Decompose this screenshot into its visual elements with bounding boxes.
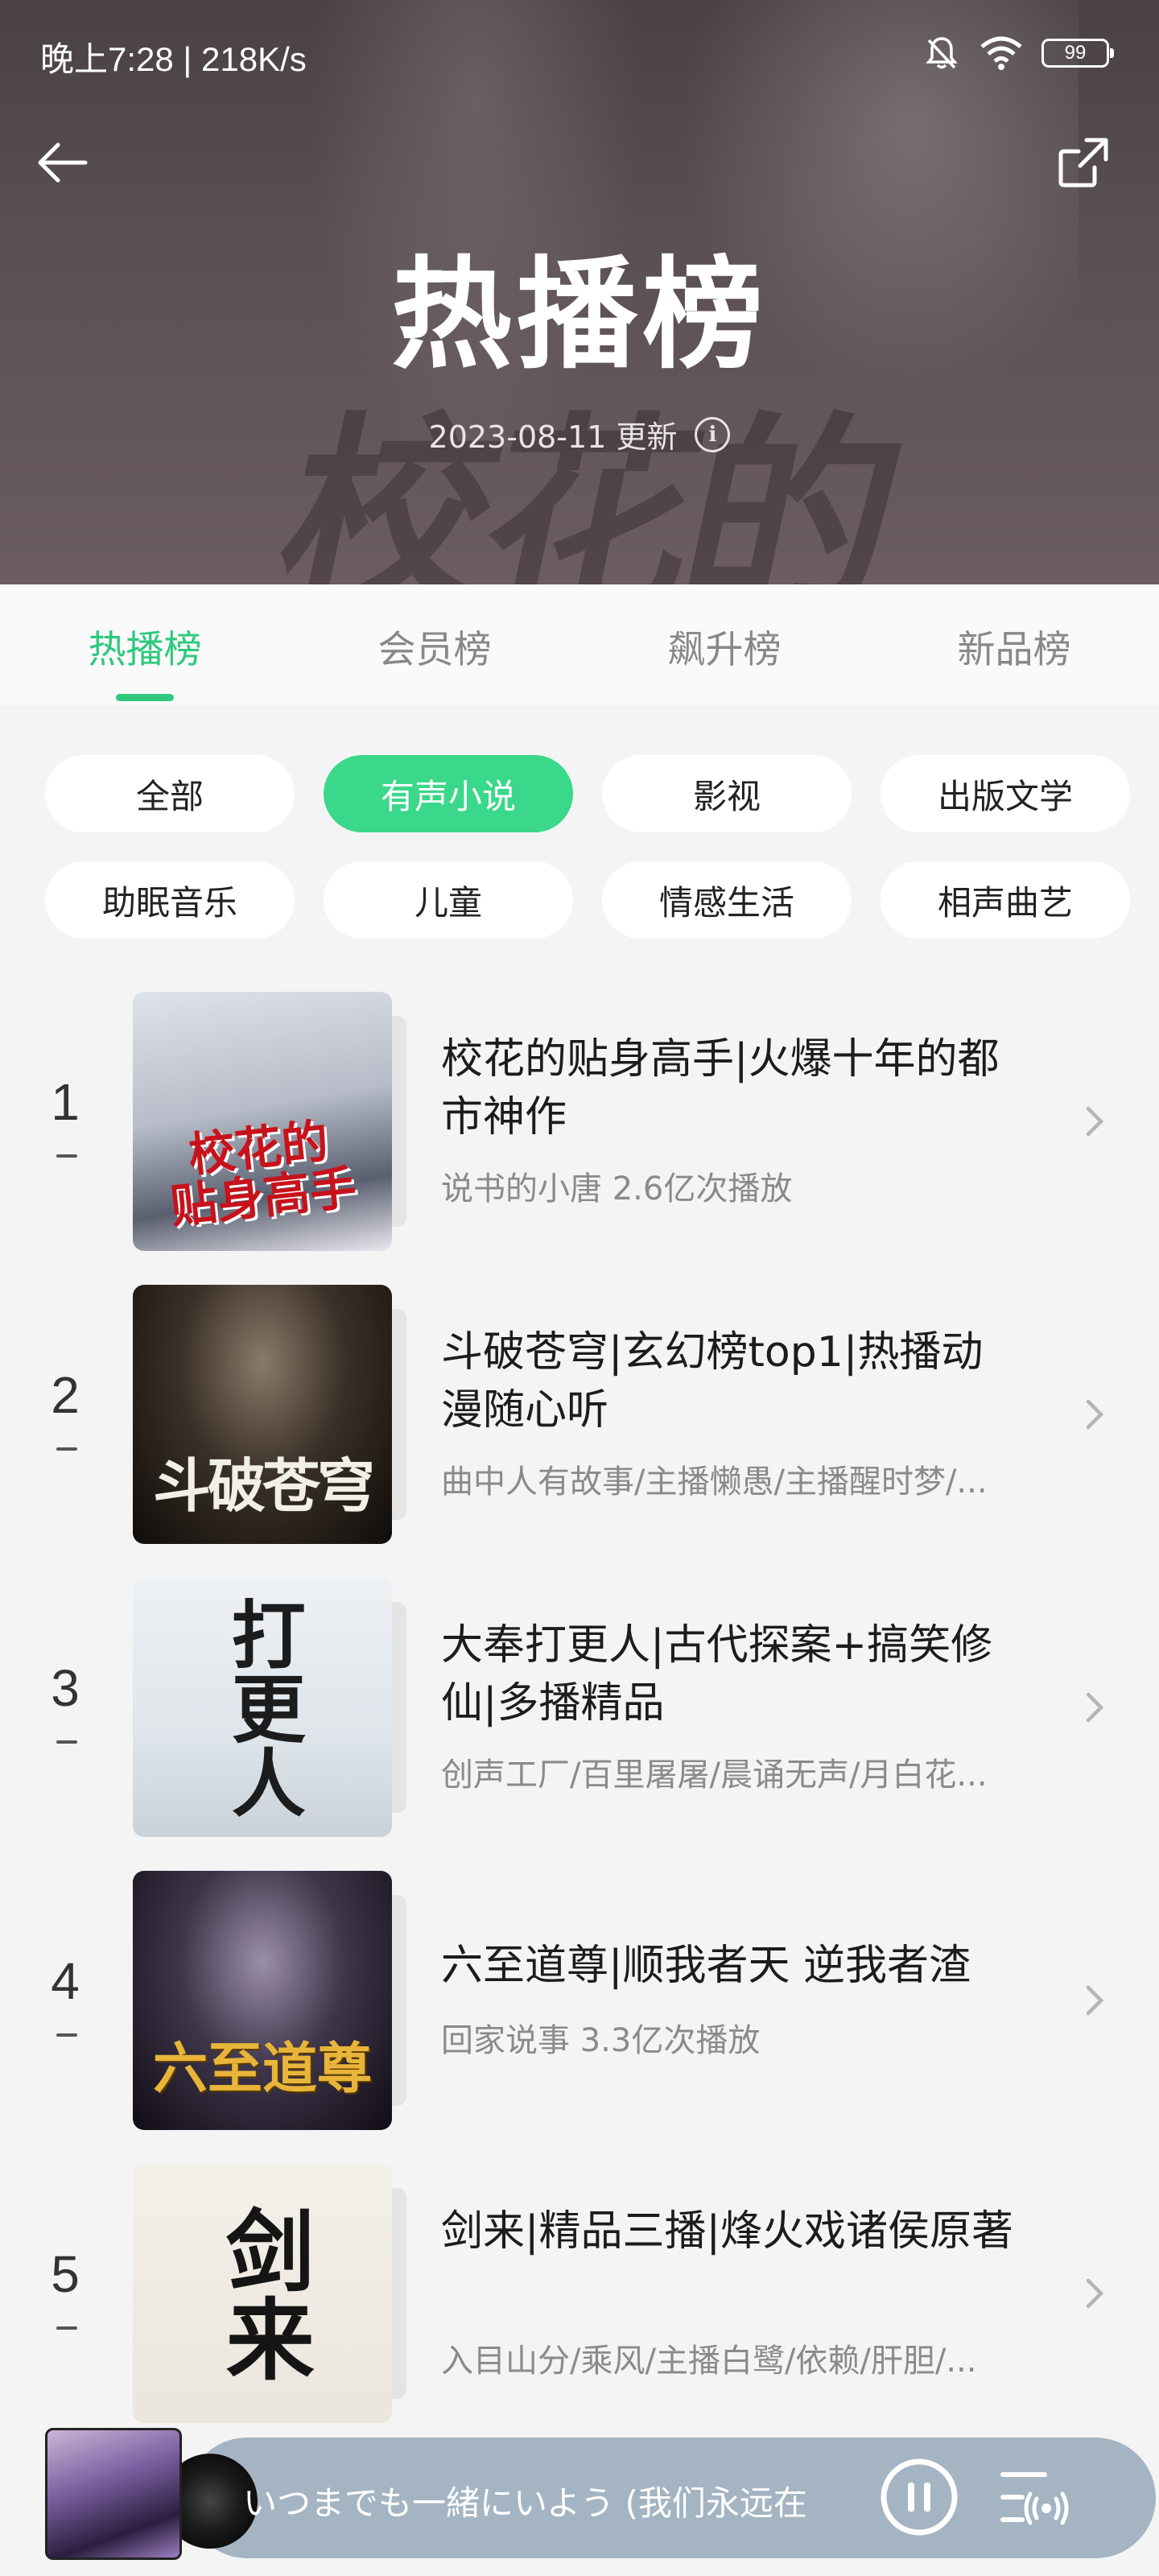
rank-number: 1 [51,1073,80,1131]
chip-audio-novel[interactable]: 有声小说 [324,755,573,832]
cover-image: 校花的 贴身高手 [133,992,392,1251]
chevron-right-icon [1086,1399,1104,1430]
mini-player[interactable]: いつまでも一緒にいよう (我们永远在 [42,2428,1156,2560]
rank-change-indicator [56,1447,77,1451]
rank-change-indicator [56,2326,77,2330]
item-subtitle: 入目山分/乘风/主播白鹭/依赖/肝胆/... [441,2343,977,2380]
cover-image: 打更人 [133,1578,392,1837]
list-item[interactable]: 1 校花的 贴身高手 校花的贴身高手|火爆十年的都市神作 说书的小唐 2.6亿次播… [0,992,1159,1251]
chip-children[interactable]: 儿童 [324,861,573,939]
list-item[interactable]: 2 斗破苍穹 斗破苍穹|玄幻榜top1|热播动漫随心听 曲中人有故事/主播懒愚/… [0,1285,1159,1544]
chevron-right-icon [1086,2278,1104,2309]
tab-label: 会员榜 [377,628,492,672]
rank-change-indicator [56,2033,77,2037]
tab-label: 新品榜 [957,628,1071,672]
cover-image: 剑来 [133,2164,392,2423]
update-date: 2023-08-11 更新 [428,419,678,455]
chevron-right-icon [1086,1985,1104,2016]
tab-new[interactable]: 新品榜 [869,584,1159,705]
list-item[interactable]: 4 六至道尊 六至道尊|顺我者天 逆我者渣 回家说事 3.3亿次播放 [0,1871,1159,2130]
page-title: 热播榜 [390,246,768,386]
chevron-right-icon [1086,1106,1104,1137]
cover-image: 六至道尊 [133,1871,392,2130]
item-subtitle: 说书的小唐 2.6亿次播放 [441,1170,793,1208]
album-art[interactable] [45,2428,182,2560]
item-title: 斗破苍穹|玄幻榜top1|热播动漫随心听 [441,1328,984,1435]
battery-icon: 99 [1041,39,1114,68]
rank-number: 3 [51,1659,80,1717]
wifi-icon [980,36,1022,70]
chip-all[interactable]: 全部 [45,755,295,832]
chevron-right-icon [1086,1692,1104,1723]
playlist-icon[interactable] [998,2463,1072,2531]
cover-title-art: 斗破苍穹 [152,1451,375,1521]
item-title: 校花的贴身高手|火爆十年的都市神作 [441,1035,1000,1141]
tab-rising[interactable]: 飙升榜 [580,584,869,705]
tab-label: 热播榜 [88,628,202,672]
list-item[interactable]: 3 打更人 大奉打更人|古代探案+搞笑修仙|多播精品 创声工厂/百里屠屠/晨诵无… [0,1578,1159,1837]
cover-wrap: 六至道尊 [133,1871,411,2130]
hero-banner: 校花的 晚上7:28 | 218K/s 99 热播榜 2023-08-11 更新… [0,0,1159,584]
rank-change-indicator [56,1154,77,1158]
cover-title-art: 校花的 贴身高手 [167,1113,360,1234]
item-subtitle: 创声工厂/百里屠屠/晨诵无声/月白花... [441,1757,988,1794]
battery-level: 99 [1064,42,1087,64]
item-title: 六至道尊|顺我者天 逆我者渣 [441,1942,971,1990]
cover-wrap: 剑来 [133,2164,411,2423]
category-filter: 全部 有声小说 影视 出版文学 助眠音乐 儿童 情感生活 相声曲艺 [45,755,1133,939]
item-title: 剑来|精品三播|烽火戏诸侯原著 [441,2207,1014,2256]
tab-hot[interactable]: 热播榜 [0,584,290,705]
item-subtitle: 回家说事 3.3亿次播放 [441,2022,761,2059]
rank-change-indicator [56,1740,77,1744]
chip-emotion[interactable]: 情感生活 [602,861,852,939]
tab-active-indicator [116,694,174,701]
share-icon[interactable] [1051,130,1116,195]
info-icon[interactable]: i [695,416,731,452]
cover-title-art: 打更人 [219,1596,307,1818]
ranking-tabs: 热播榜 会员榜 飙升榜 新品榜 [0,584,1159,705]
now-playing-title: いつまでも一緒にいよう (我们永远在 [243,2483,807,2523]
list-item[interactable]: 5 剑来 剑来|精品三播|烽火戏诸侯原著 入目山分/乘风/主播白鹭/依赖/肝胆/… [0,2164,1159,2423]
cover-title-art: 六至道尊 [152,2036,372,2101]
chip-crosstalk[interactable]: 相声曲艺 [881,861,1130,939]
cover-wrap: 打更人 [133,1578,411,1837]
rank-number: 4 [51,1952,80,2010]
status-time: 晚上7:28 | 218K/s [40,40,307,78]
tab-label: 飙升榜 [667,628,782,672]
mute-bell-icon [926,37,958,69]
status-icons: 99 [922,34,1114,72]
rank-number: 5 [51,2245,80,2303]
rank-number: 2 [51,1366,80,1424]
chip-film[interactable]: 影视 [602,755,852,832]
cover-title-art: 剑来 [210,2205,315,2382]
chip-sleep-music[interactable]: 助眠音乐 [45,861,295,939]
update-date-row: 2023-08-11 更新 i [0,412,1159,456]
item-title: 大奉打更人|古代探案+搞笑修仙|多播精品 [441,1621,993,1728]
cover-wrap: 斗破苍穹 [133,1285,411,1544]
status-bar: 晚上7:28 | 218K/s 99 [0,0,1159,105]
chip-publishing[interactable]: 出版文学 [881,755,1130,832]
tab-member[interactable]: 会员榜 [290,584,580,705]
cover-wrap: 校花的 贴身高手 [133,992,411,1251]
item-subtitle: 曲中人有故事/主播懒愚/主播醒时梦/... [441,1463,988,1501]
back-arrow-icon[interactable] [29,130,93,195]
cover-image: 斗破苍穹 [133,1285,392,1544]
pause-icon[interactable] [879,2457,959,2537]
